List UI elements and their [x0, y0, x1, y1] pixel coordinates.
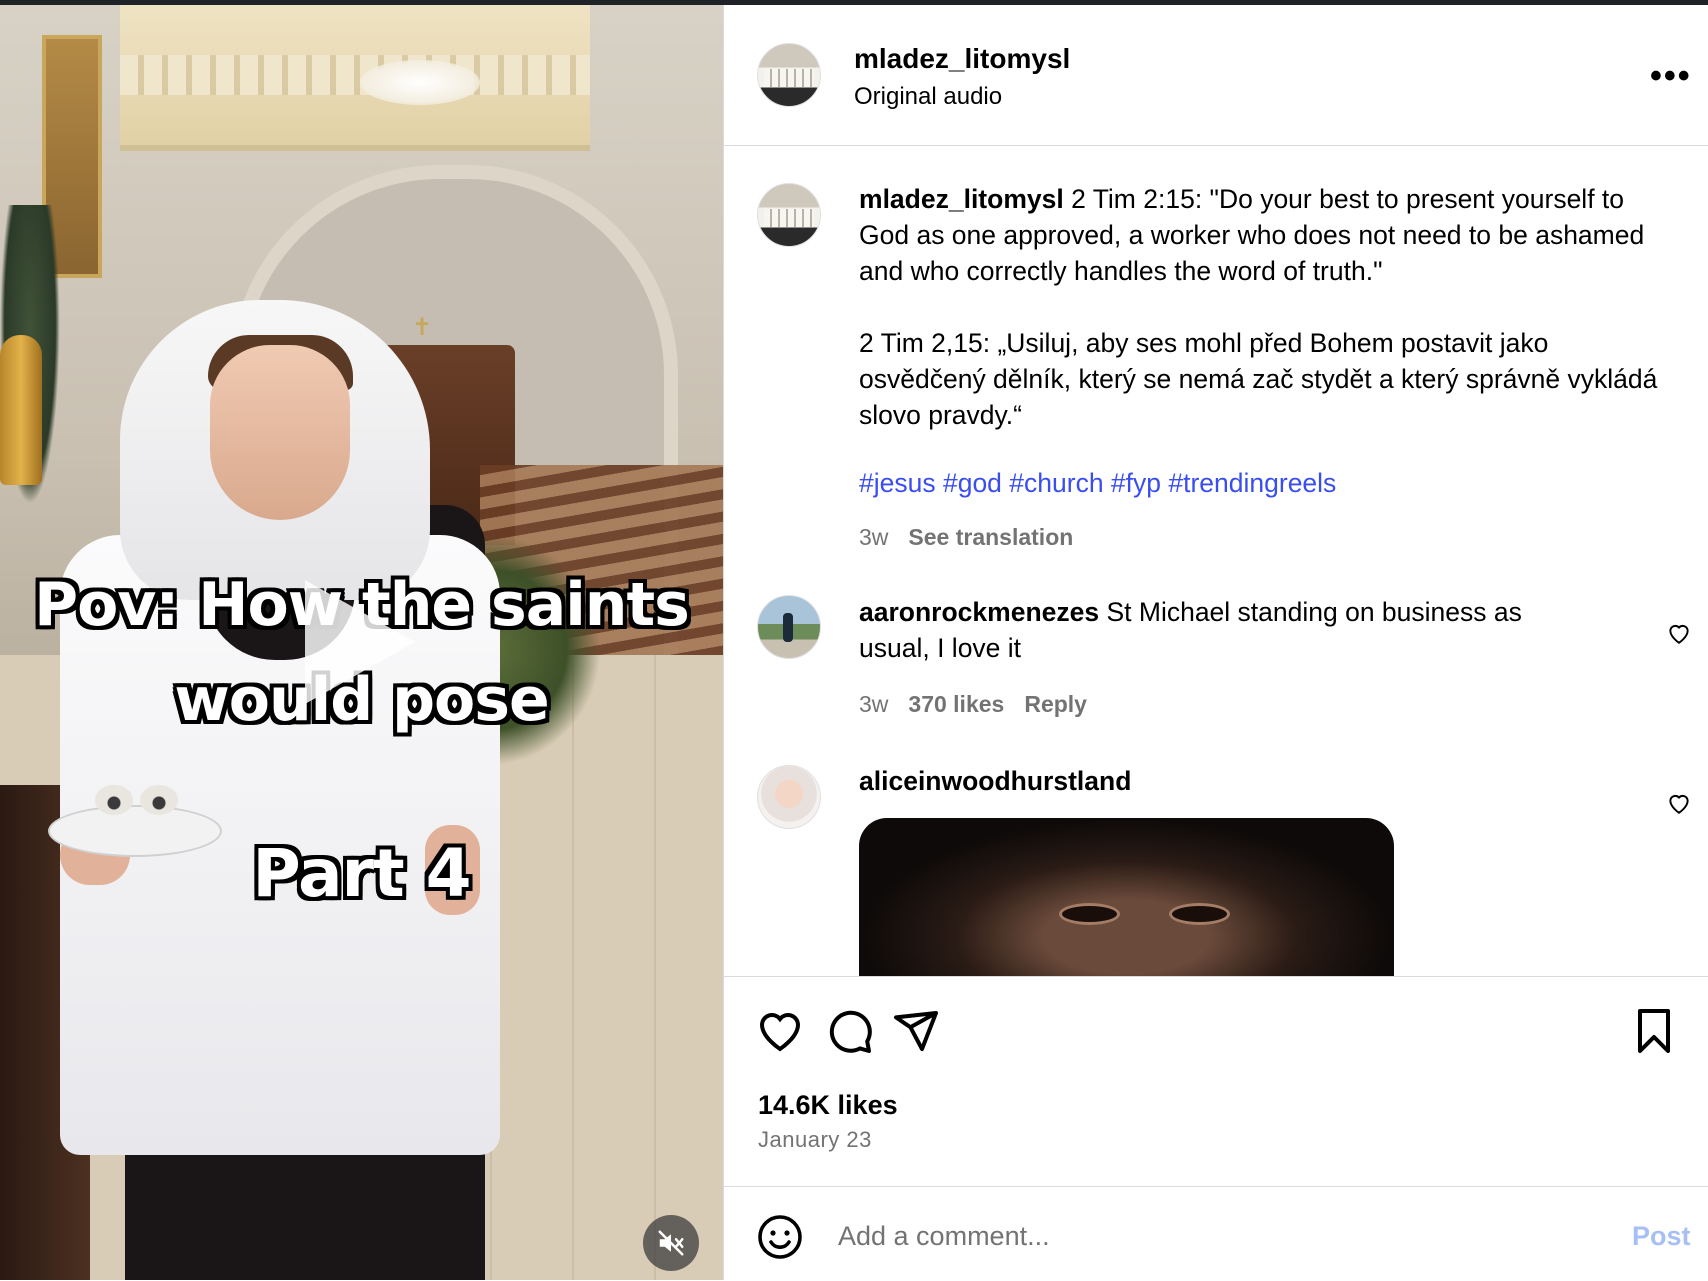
comment-username[interactable]: aaronrockmenezes: [859, 597, 1099, 627]
author-username[interactable]: mladez_litomysl: [854, 43, 1070, 75]
caption-username[interactable]: mladez_litomysl: [859, 184, 1064, 214]
caption-hashtags[interactable]: #jesus #god #church #fyp #trendingreels: [859, 468, 1336, 499]
more-options-icon[interactable]: •••: [1650, 57, 1692, 96]
comment-age[interactable]: 3w: [859, 691, 888, 717]
comments-list[interactable]: mladez_litomysl 2 Tim 2:15: "Do your bes…: [724, 146, 1708, 976]
caption-age[interactable]: 3w: [859, 524, 888, 550]
commenter-avatar[interactable]: [757, 765, 821, 829]
post-header: mladez_litomysl Original audio •••: [724, 5, 1708, 146]
reel-video[interactable]: ✝ Pov: How the saints would pose Part 4: [0, 5, 723, 1280]
comment-meta: 3w 370 likes Reply: [859, 691, 1087, 718]
commenter-avatar[interactable]: [757, 595, 821, 659]
face: [210, 345, 350, 520]
caption-meta: 3w See translation: [859, 524, 1073, 551]
comment-like-heart-icon[interactable]: [1666, 791, 1692, 815]
chandelier: [360, 60, 480, 105]
play-icon[interactable]: [305, 580, 415, 704]
likes-count[interactable]: 14.6K likes: [758, 1090, 898, 1121]
caption-text-cz: 2 Tim 2,15: „Usiluj, aby ses mohl před B…: [859, 328, 1658, 430]
save-bookmark-icon[interactable]: [1630, 1007, 1678, 1055]
see-translation-link[interactable]: See translation: [908, 524, 1073, 550]
post-actions: 14.6K likes January 23: [724, 976, 1708, 1187]
window-top-bar: [0, 0, 1708, 5]
comment-like-heart-icon[interactable]: [1666, 621, 1692, 645]
post-caption: mladez_litomysl 2 Tim 2:15: "Do your bes…: [859, 181, 1659, 433]
share-send-icon[interactable]: [892, 1007, 940, 1055]
like-heart-icon[interactable]: [756, 1007, 804, 1055]
comment-username[interactable]: aliceinwoodhurstland: [859, 766, 1131, 796]
comment-bubble-icon[interactable]: [826, 1007, 874, 1055]
altar-server: [40, 285, 510, 1280]
gold-statue: [0, 335, 42, 485]
eyeball-prop: [95, 785, 133, 815]
post-panel: mladez_litomysl Original audio ••• mlade…: [723, 5, 1708, 1280]
comment: aliceinwoodhurstland: [859, 763, 1599, 799]
add-comment-bar: Post: [724, 1186, 1708, 1281]
comment-gif[interactable]: [859, 818, 1394, 976]
comment: aaronrockmenezes St Michael standing on …: [859, 594, 1599, 666]
speaker-muted-icon: [658, 1230, 684, 1256]
comment-likes[interactable]: 370 likes: [908, 691, 1004, 717]
caption-author-avatar[interactable]: [757, 183, 821, 247]
eyeball-prop: [140, 785, 178, 815]
post-comment-button[interactable]: Post: [1632, 1221, 1691, 1252]
reply-button[interactable]: Reply: [1024, 691, 1087, 717]
post-date: January 23: [758, 1127, 872, 1152]
video-overlay-part: Part 4: [252, 835, 471, 912]
author-avatar[interactable]: [757, 43, 821, 107]
comment-input[interactable]: [836, 1215, 1560, 1257]
emoji-icon[interactable]: [756, 1213, 804, 1261]
mute-button[interactable]: [643, 1215, 699, 1271]
audio-link[interactable]: Original audio: [854, 83, 1002, 111]
